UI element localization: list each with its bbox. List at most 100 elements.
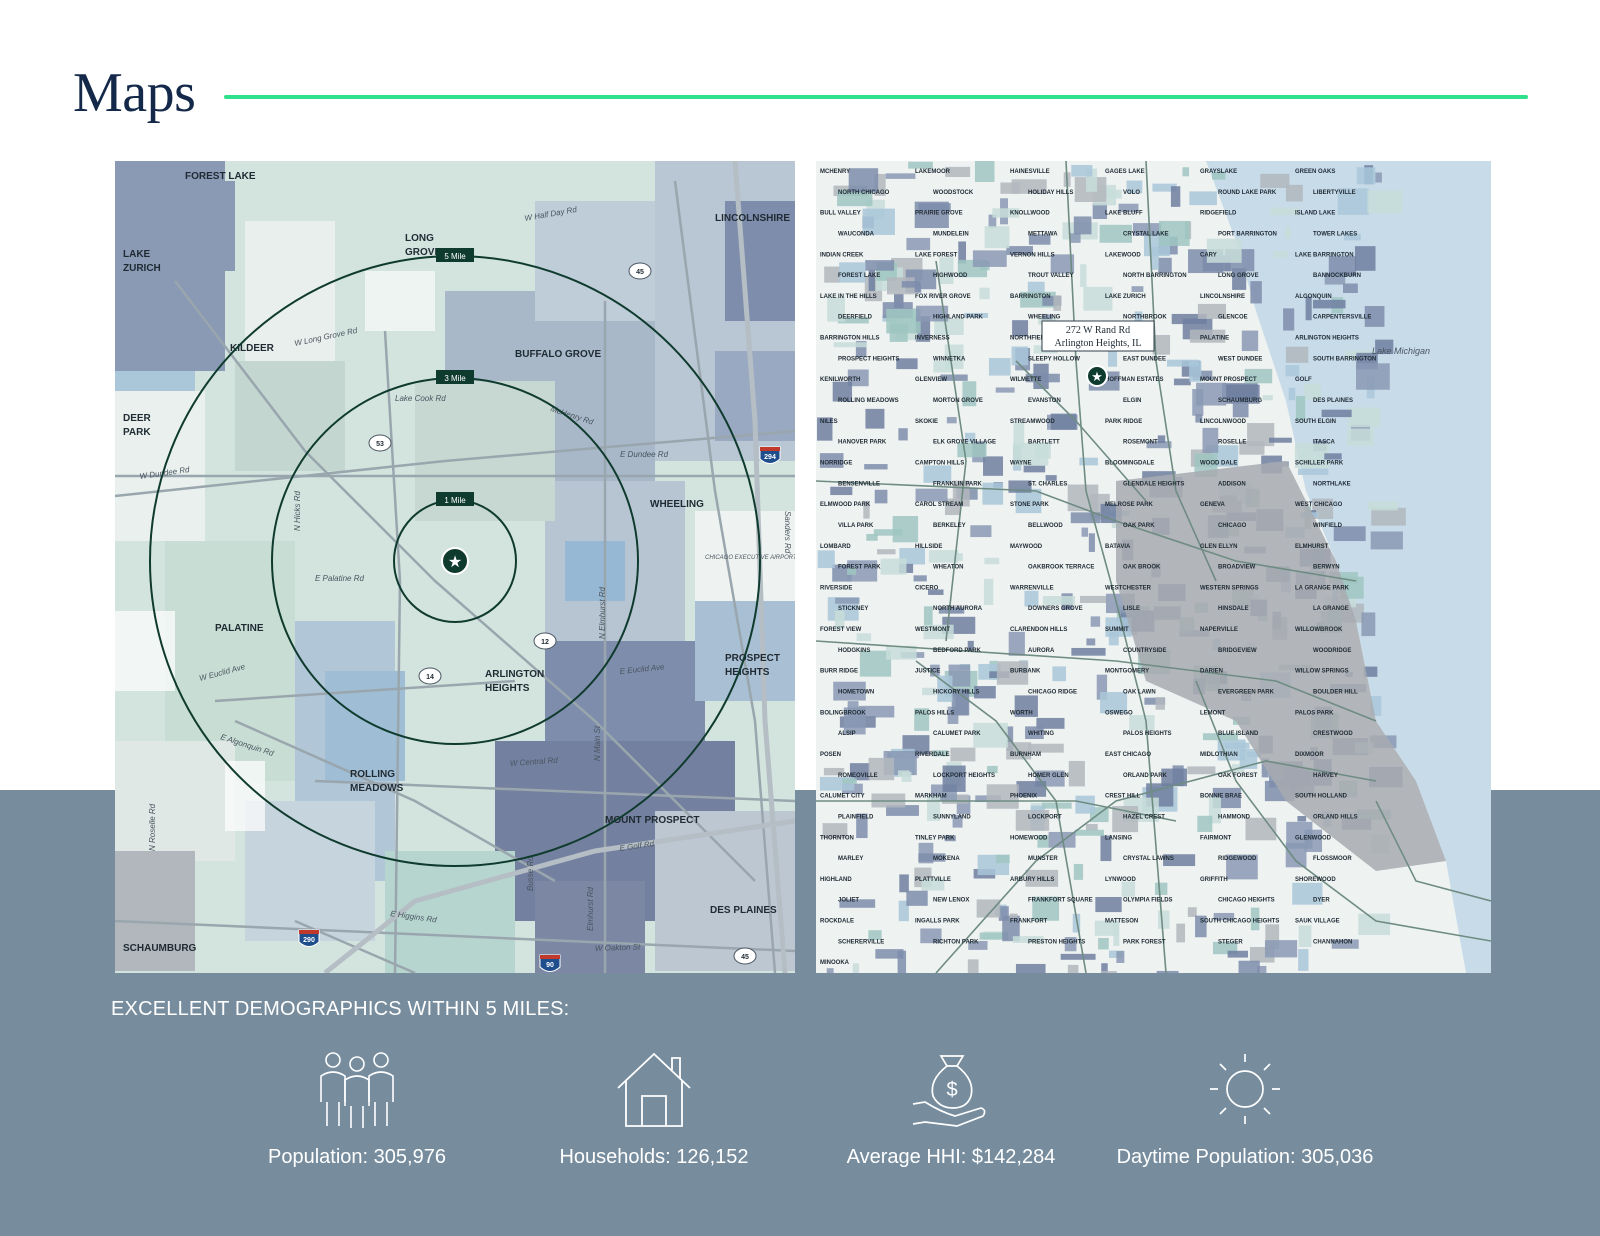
place-flossmoor: FLOSSMOOR — [1313, 856, 1352, 862]
place-midlothian: MIDLOTHIAN — [1200, 752, 1238, 758]
place-northlake: NORTHLAKE — [1313, 481, 1351, 487]
place-sauk-village: SAUK VILLAGE — [1295, 919, 1340, 925]
place-homer-glen: HOMER GLEN — [1028, 773, 1069, 779]
place-gages-lake: GAGES LAKE — [1105, 169, 1145, 175]
address-line-1: 272 W Rand Rd — [1066, 325, 1130, 336]
svg-text:5 Mile: 5 Mile — [444, 252, 466, 261]
place-melrose-park: MELROSE PARK — [1105, 502, 1154, 508]
place-posen: POSEN — [820, 752, 841, 758]
place-hickory-hills: HICKORY HILLS — [933, 690, 979, 696]
stat-daytime-population: Daytime Population: 305,036 — [1105, 1050, 1385, 1169]
place-sunnyland: SUNNYLAND — [933, 814, 971, 820]
place-green-oaks: GREEN OAKS — [1295, 169, 1335, 175]
place-south-chicago-heights: SOUTH CHICAGO HEIGHTS — [1200, 919, 1279, 925]
water-label: Lake Michigan — [1372, 346, 1430, 356]
place-hainesville: HAINESVILLE — [1010, 169, 1050, 175]
place-long-grove: LONG GROVE — [1218, 273, 1259, 279]
place-forest-lake: FOREST LAKE — [838, 273, 880, 279]
road-lake-cook-rd: Lake Cook Rd — [395, 394, 446, 403]
place-richton-park: RICHTON PARK — [933, 939, 979, 945]
place-mundelein: MUNDELEIN — [933, 231, 969, 237]
address-callout[interactable]: 272 W Rand Rd Arlington Heights, IL — [1041, 320, 1155, 352]
address-line-2: Arlington Heights, IL — [1055, 338, 1142, 349]
stat-households: Households: 126,152 — [514, 1050, 794, 1169]
place-wood-dale: WOOD DALE — [1200, 460, 1237, 466]
place-schererville: SCHERERVILLE — [838, 939, 884, 945]
regional-map[interactable]: MCHENRY LAKEMOOR HAINESVILLE GAGES LAKE GRAY… — [816, 161, 1491, 973]
place-north-chicago: NORTH CHICAGO — [838, 190, 890, 196]
place-wayne: WAYNE — [1010, 460, 1031, 466]
road-e-palatine-rd: E Palatine Rd — [315, 574, 364, 583]
place-justice: JUSTICE — [915, 669, 940, 675]
place-olympia-fields: OLYMPIA FIELDS — [1123, 898, 1173, 904]
place-minooka: MINOOKA — [820, 960, 850, 966]
place-woodridge: WOODRIDGE — [1313, 648, 1351, 654]
place-east-dundee: EAST DUNDEE — [1123, 356, 1166, 362]
subject-site-marker[interactable]: ★ — [441, 547, 469, 575]
place-winnetka: WINNETKA — [933, 356, 966, 362]
place-elmwood-park: ELMWOOD PARK — [820, 502, 871, 508]
place-hanover-park: HANOVER PARK — [838, 440, 887, 446]
place-riverdale: RIVERDALE — [915, 752, 950, 758]
road-n-elmhurst-rd: N Elmhurst Rd — [598, 586, 607, 639]
place-lakemoor: LAKEMOOR — [915, 169, 951, 175]
place-boulder-hill: BOULDER HILL — [1313, 690, 1358, 696]
place-chicago: CHICAGO — [1218, 523, 1247, 529]
place-tinley-park: TINLEY PARK — [915, 835, 955, 841]
place-calumet-park: CALUMET PARK — [933, 731, 981, 737]
place-lynwood: LYNWOOD — [1105, 877, 1136, 883]
place-golf: GOLF — [1295, 377, 1312, 383]
place-schaumburg: SCHAUMBURG — [1218, 398, 1262, 404]
place-rockdale: ROCKDALE — [820, 919, 854, 925]
page-title: Maps — [73, 62, 196, 124]
place-lincolnshire: LINCOLNSHIRE — [1200, 294, 1245, 300]
place-arlington-heights: ARLINGTON HEIGHTS — [1295, 336, 1359, 342]
place-hodgkins: HODGKINS — [838, 648, 870, 654]
place-new-lenox: NEW LENOX — [933, 898, 969, 904]
place-island-lake: ISLAND LAKE — [1295, 211, 1335, 217]
money-bag-hand-icon: $ — [912, 1055, 986, 1127]
place-whiting: WHITING — [1028, 731, 1054, 737]
place-palatine: PALATINE — [1200, 336, 1229, 342]
place-willowbrook: WILLOWBROOK — [1295, 627, 1343, 633]
place-wilmette: WILMETTE — [1010, 377, 1041, 383]
place-grayslake: GRAYSLAKE — [1200, 169, 1237, 175]
place-batavia: BATAVIA — [1105, 544, 1131, 550]
place-lake-barrington: LAKE BARRINGTON — [1295, 252, 1354, 258]
place-elk-grove-village: ELK GROVE VILLAGE — [933, 440, 996, 446]
place-streamwood: STREAMWOOD — [1010, 419, 1055, 425]
place-maywood: MAYWOOD — [1010, 544, 1043, 550]
place-port-barrington: PORT BARRINGTON — [1218, 231, 1277, 237]
svg-text:1 Mile: 1 Mile — [444, 496, 466, 505]
place-oak-lawn: OAK LAWN — [1123, 690, 1156, 696]
route-shield-45: 45 — [628, 262, 652, 280]
place-des-plaines: DES PLAINES — [1313, 398, 1353, 404]
route-shield-12: 12 — [533, 632, 557, 650]
sun-icon — [1210, 1054, 1280, 1124]
place-bridgeview: BRIDGEVIEW — [1218, 648, 1257, 654]
place-oak-brook: OAK BROOK — [1123, 565, 1161, 571]
place-niles: NILES — [820, 419, 838, 425]
place-lake-zurich: LAKE ZURICH — [1105, 294, 1146, 300]
demographics-heading: EXCELLENT DEMOGRAPHICS WITHIN 5 MILES: — [111, 998, 570, 1020]
place-libertyville: LIBERTYVILLE — [1313, 190, 1356, 196]
place-crystal-lake: CRYSTAL LAKE — [1123, 231, 1169, 237]
place-stickney: STICKNEY — [838, 606, 868, 612]
place-berwyn: BERWYN — [1313, 565, 1340, 571]
place-willow-springs: WILLOW SPRINGS — [1295, 669, 1349, 675]
place-bellwood: BELLWOOD — [1028, 523, 1063, 529]
place-glencoe: GLENCOE — [1218, 315, 1248, 321]
stat-average-hhi: $ Average HHI: $142,284 — [811, 1050, 1091, 1169]
place-trout-valley: TROUT VALLEY — [1028, 273, 1074, 279]
place-west-dundee: WEST DUNDEE — [1218, 356, 1262, 362]
place-schiller-park: SCHILLER PARK — [1295, 460, 1344, 466]
place-worth: WORTH — [1010, 710, 1033, 716]
radius-map[interactable]: FOREST LAKE LONG GROVE LINCOLNSHIRE LAKE ZURI… — [115, 161, 795, 973]
place-crest-hill: CREST HILL — [1105, 794, 1141, 800]
place-bonnie-brae: BONNIE BRAE — [1200, 794, 1242, 800]
place-algonquin: ALGONQUIN — [1295, 294, 1332, 300]
place-buffalo-grove: BUFFALO GROVE — [515, 349, 601, 360]
subject-site-marker[interactable]: ★ — [1086, 365, 1108, 387]
place-palos-heights: PALOS HEIGHTS — [1123, 731, 1172, 737]
airport-label: CHICAGO EXECUTIVE AIRPORT — [705, 555, 795, 561]
